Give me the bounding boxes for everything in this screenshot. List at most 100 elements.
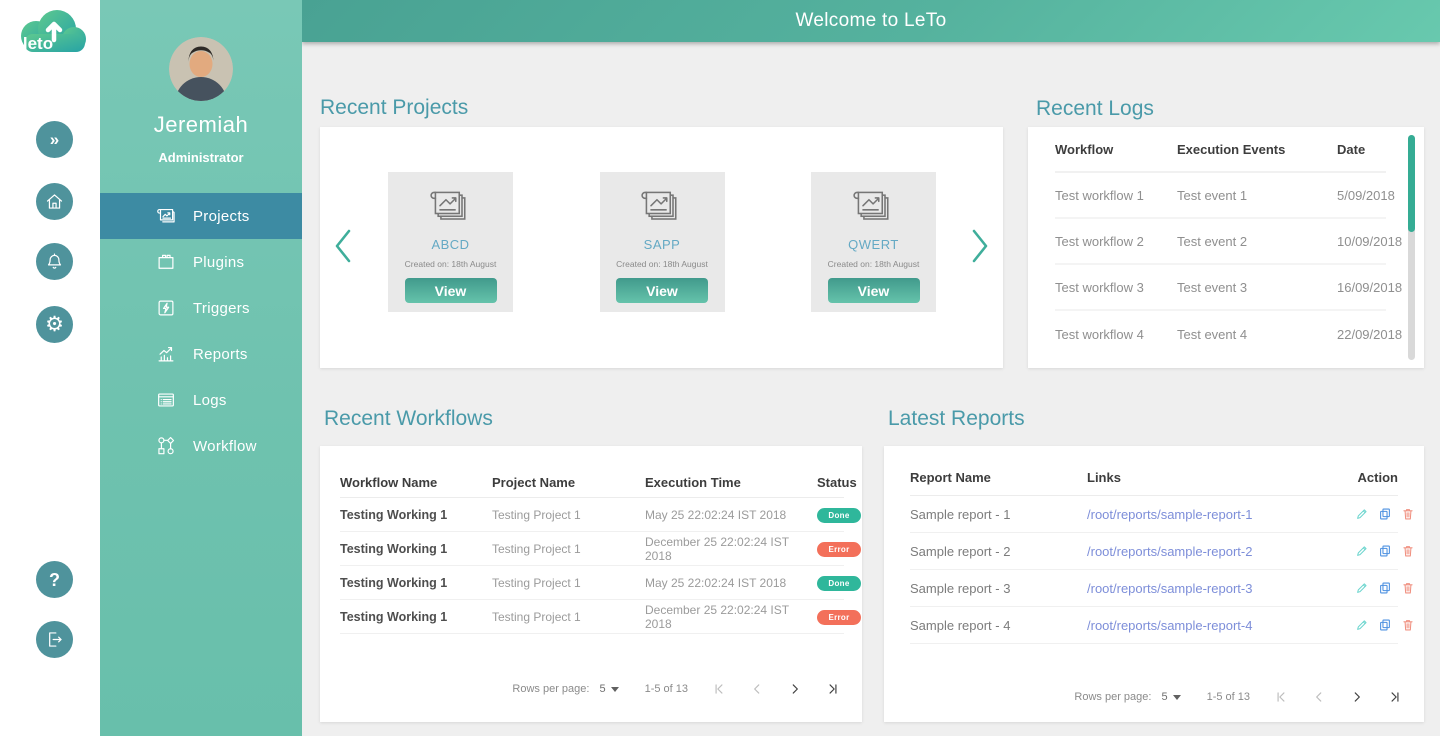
user-role: Administrator [158, 150, 244, 165]
table-row: Test workflow 3 Test event 3 16/09/2018 [1055, 265, 1402, 311]
copy-icon [1380, 508, 1390, 520]
last-page-icon [1391, 692, 1399, 702]
view-button[interactable]: View [404, 278, 497, 303]
first-page-button[interactable] [1274, 690, 1288, 704]
sidebar-item-triggers[interactable]: Triggers [100, 285, 302, 331]
column-header: Execution Events [1177, 141, 1286, 157]
project-card: ABCD Created on: 18th August View [388, 172, 513, 312]
projects-carousel: ABCD Created on: 18th August View SAPP C… [388, 172, 936, 312]
next-page-button[interactable] [1350, 690, 1364, 704]
delete-button[interactable] [1401, 507, 1415, 521]
first-page-button[interactable] [712, 682, 726, 696]
copy-icon [1380, 619, 1390, 631]
report-link[interactable]: /root/reports/sample-report-1 [1087, 507, 1355, 522]
view-button[interactable]: View [616, 278, 708, 303]
column-header: Execution Time [645, 475, 741, 490]
log-workflow: Test workflow 4 [1055, 326, 1144, 342]
table-row: Testing Working 1 Testing Project 1 Dece… [340, 532, 861, 566]
report-name: Sample report - 4 [910, 617, 1011, 633]
report-name: Sample report - 2 [910, 543, 1011, 559]
column-header: Project Name [492, 475, 576, 490]
avatar[interactable] [169, 37, 233, 101]
sidebar-item-label: Plugins [193, 253, 245, 271]
sidebar-item-reports[interactable]: Reports [100, 331, 302, 377]
copy-icon [1380, 582, 1390, 594]
table-header-row: Report Name Links Action [910, 460, 1398, 496]
rows-per-page-label: Rows per page: [1074, 691, 1152, 703]
execution-time: December 25 22:02:24 IST 2018 [645, 602, 789, 631]
last-page-button[interactable] [1388, 690, 1402, 704]
delete-button[interactable] [1401, 581, 1415, 595]
workflow-name: Testing Working 1 [340, 609, 448, 624]
edit-button[interactable] [1355, 581, 1369, 595]
log-date: 5/09/2018 [1337, 187, 1395, 203]
pencil-icon [1357, 509, 1367, 519]
home-button[interactable] [36, 183, 73, 220]
edit-button[interactable] [1355, 544, 1369, 558]
carousel-next-button[interactable] [969, 227, 991, 265]
rows-per-page-select[interactable]: 5 [1161, 691, 1181, 703]
trash-icon [1403, 509, 1413, 520]
sidebar-item-workflow[interactable]: Workflow [100, 423, 302, 469]
copy-button[interactable] [1378, 544, 1392, 558]
edit-button[interactable] [1355, 618, 1369, 632]
carousel-prev-button[interactable] [332, 227, 354, 265]
report-link[interactable]: /root/reports/sample-report-3 [1087, 581, 1355, 596]
table-row: Test workflow 4 Test event 4 22/09/2018 [1055, 311, 1402, 357]
expand-sidebar-button[interactable]: » [36, 121, 73, 158]
sidebar-item-plugins[interactable]: Plugins [100, 239, 302, 285]
recent-logs-title: Recent Logs [1036, 97, 1154, 120]
column-header: Links [1087, 470, 1121, 485]
project-name: Testing Project 1 [492, 609, 581, 624]
rows-per-page-value: 5 [1161, 691, 1168, 703]
trash-icon [1403, 546, 1413, 557]
project-name: Testing Project 1 [492, 541, 581, 556]
sidebar-item-logs[interactable]: Logs [100, 377, 302, 423]
column-header: Status [817, 475, 857, 490]
triggers-icon [158, 300, 174, 316]
workflow-name: Testing Working 1 [340, 541, 448, 556]
reports-table: Report Name Links Action Sample report -… [910, 460, 1413, 644]
last-page-icon [829, 684, 837, 694]
prev-page-icon [754, 684, 760, 694]
project-created: Created on: 18th August [616, 259, 708, 269]
report-name: Sample report - 3 [910, 580, 1011, 596]
prev-page-button[interactable] [1312, 690, 1326, 704]
notifications-button[interactable] [36, 243, 73, 280]
copy-button[interactable] [1378, 618, 1392, 632]
report-link[interactable]: /root/reports/sample-report-2 [1087, 544, 1355, 559]
next-page-button[interactable] [788, 682, 802, 696]
recent-projects-title: Recent Projects [320, 96, 469, 119]
copy-button[interactable] [1378, 507, 1392, 521]
log-workflow: Test workflow 3 [1055, 279, 1144, 295]
copy-icon [1380, 545, 1390, 557]
delete-button[interactable] [1401, 544, 1415, 558]
report-link[interactable]: /root/reports/sample-report-4 [1087, 618, 1355, 633]
prev-page-button[interactable] [750, 682, 764, 696]
scrollbar-thumb[interactable] [1408, 135, 1415, 232]
log-date: 10/09/2018 [1337, 233, 1403, 249]
logout-icon [49, 632, 62, 647]
chevrons-right-icon: » [49, 130, 60, 149]
table-row: Test workflow 1 Test event 1 5/09/2018 [1055, 173, 1395, 219]
rows-per-page-select[interactable]: 5 [599, 683, 619, 695]
view-button[interactable]: View [827, 278, 920, 303]
logs-table: Workflow Execution Events Date Test work… [1055, 127, 1402, 357]
status-badge: Error [817, 541, 861, 557]
scrollbar[interactable] [1408, 135, 1415, 360]
settings-button[interactable]: ⚙ [36, 306, 73, 343]
dropdown-arrow-icon [610, 686, 619, 692]
project-card: QWERT Created on: 18th August View [811, 172, 936, 312]
logout-button[interactable] [36, 621, 73, 658]
chevron-left-icon [335, 229, 351, 263]
sidebar-item-projects[interactable]: Projects [100, 193, 302, 239]
copy-button[interactable] [1378, 581, 1392, 595]
next-page-icon [792, 684, 798, 694]
edit-button[interactable] [1355, 507, 1369, 521]
delete-button[interactable] [1401, 618, 1415, 632]
latest-reports-title: Latest Reports [888, 407, 1025, 430]
column-header: Workflow [1055, 141, 1114, 157]
chevron-right-icon [972, 229, 988, 263]
help-button[interactable]: ? [36, 561, 73, 598]
last-page-button[interactable] [826, 682, 840, 696]
